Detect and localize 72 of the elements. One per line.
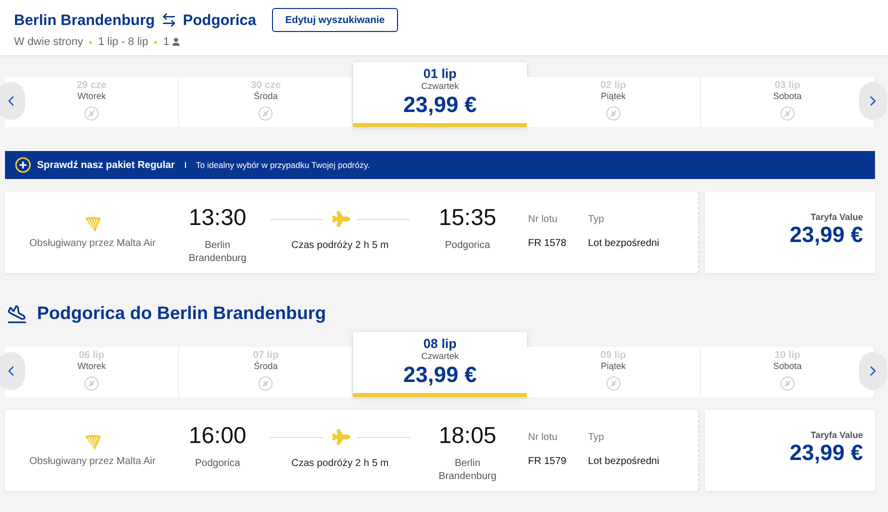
no-flight-icon	[258, 106, 274, 121]
operator-label: Obsługiwany przez Malta Air	[29, 238, 156, 249]
date-price: 23,99 €	[403, 362, 477, 388]
date-tab[interactable]: 01 lip Czwartek 23,99 €	[353, 62, 527, 127]
fare-label: Taryfa Value	[810, 212, 863, 222]
next-button[interactable]	[859, 352, 887, 390]
fare-label: Taryfa Value	[810, 430, 863, 440]
no-flight-icon	[258, 376, 274, 391]
date-tab[interactable]: 08 lip Czwartek 23,99 €	[353, 332, 527, 397]
no-flight-icon	[780, 376, 795, 391]
departure-time: 13:30	[188, 204, 246, 231]
departure-airport: Berlin Brandenburg	[188, 239, 248, 265]
departure-airport: Podgorica	[194, 457, 242, 470]
banner-title: Sprawdź nasz pakiet Regular	[37, 160, 175, 170]
flight-card[interactable]: Obsługiwany przez Malta Air 16:00 Podgorica Czas podróży 2 h 5 m 18:05 Berlin Brandenburg Nr lotu FR 1579 Typ Lot bezpośredni	[5, 410, 699, 491]
dates-label: 1 lip - 8 lip	[98, 36, 148, 48]
landing-icon	[7, 304, 27, 324]
fare-price: 23,99 €	[790, 440, 863, 466]
previous-button[interactable]	[0, 352, 25, 390]
weekday-label: Wtorek	[77, 361, 106, 371]
type-label: Typ	[588, 432, 604, 443]
banner-text: To idealny wybór w przypadku Twojej podróży.	[196, 160, 370, 170]
type-label: Typ	[588, 214, 604, 225]
weekday-label: Wtorek	[77, 91, 106, 101]
weekday-label: Sobota	[773, 361, 802, 371]
no-flight-icon	[84, 106, 100, 121]
flight-number: FR 1579	[528, 456, 566, 467]
swap-icon	[160, 12, 177, 28]
passenger-count: 1	[163, 36, 170, 48]
no-flight-icon	[606, 106, 621, 121]
weekday-label: Piątek	[600, 91, 626, 101]
origin-title: Berlin Brandenburg	[14, 12, 155, 28]
date-price: 23,99 €	[403, 92, 477, 118]
no-flight-icon	[606, 376, 621, 391]
no-flight-icon	[780, 106, 795, 121]
promo-banner[interactable]: Sprawdź nasz pakiet Regular To idealny wybór w przypadku Twojej podróży.	[5, 151, 875, 179]
plus-icon	[15, 157, 31, 173]
no-flight-icon	[84, 376, 100, 391]
trip-type-label: W dwie strony	[14, 36, 84, 48]
fare-card[interactable]: Taryfa Value 23,99 €	[705, 192, 875, 273]
next-button[interactable]	[859, 82, 887, 120]
flight-card[interactable]: Obsługiwany przez Malta Air 13:30 Berlin Brandenburg Czas podróży 2 h 5 m 15:35 Podgorica Nr lotu FR 1578 Typ Lot bezpośredni	[5, 192, 699, 273]
date-label: 01 lip	[423, 66, 457, 81]
weekday-label: Środa	[254, 361, 278, 371]
flight-type: Lot bezpośredni	[588, 456, 660, 467]
arrival-time: 18:05	[438, 422, 496, 449]
harp-logo-icon	[82, 214, 102, 234]
operator-label: Obsługiwany przez Malta Air	[29, 456, 156, 467]
fare-card[interactable]: Taryfa Value 23,99 €	[705, 410, 875, 491]
duration-label: Czas podróży 2 h 5 m	[291, 240, 389, 251]
destination-title: Podgorica	[182, 12, 256, 28]
weekday-label: Czwartek	[421, 81, 459, 91]
arrival-airport: Podgorica	[444, 239, 492, 252]
date-label: 08 lip	[423, 336, 457, 351]
weekday-label: Czwartek	[421, 351, 459, 361]
fare-price: 23,99 €	[790, 222, 863, 248]
arrival-airport: Berlin Brandenburg	[438, 457, 498, 483]
flight-number-label: Nr lotu	[528, 432, 558, 443]
weekday-label: Piątek	[600, 361, 626, 371]
flight-number-label: Nr lotu	[528, 214, 558, 225]
duration-label: Czas podróży 2 h 5 m	[291, 458, 389, 469]
weekday-label: Środa	[254, 91, 278, 101]
arrival-time: 15:35	[438, 204, 496, 231]
previous-button[interactable]	[0, 82, 25, 120]
departure-time: 16:00	[188, 422, 246, 449]
weekday-label: Sobota	[773, 91, 802, 101]
flight-type: Lot bezpośredni	[588, 238, 660, 249]
return-heading: Podgorica do Berlin Brandenburg	[37, 303, 326, 324]
edit-search-button[interactable]: Edytuj wyszukiwanie	[272, 8, 398, 32]
flight-number: FR 1578	[528, 238, 566, 249]
person-icon	[171, 37, 182, 47]
harp-logo-icon	[82, 432, 102, 452]
